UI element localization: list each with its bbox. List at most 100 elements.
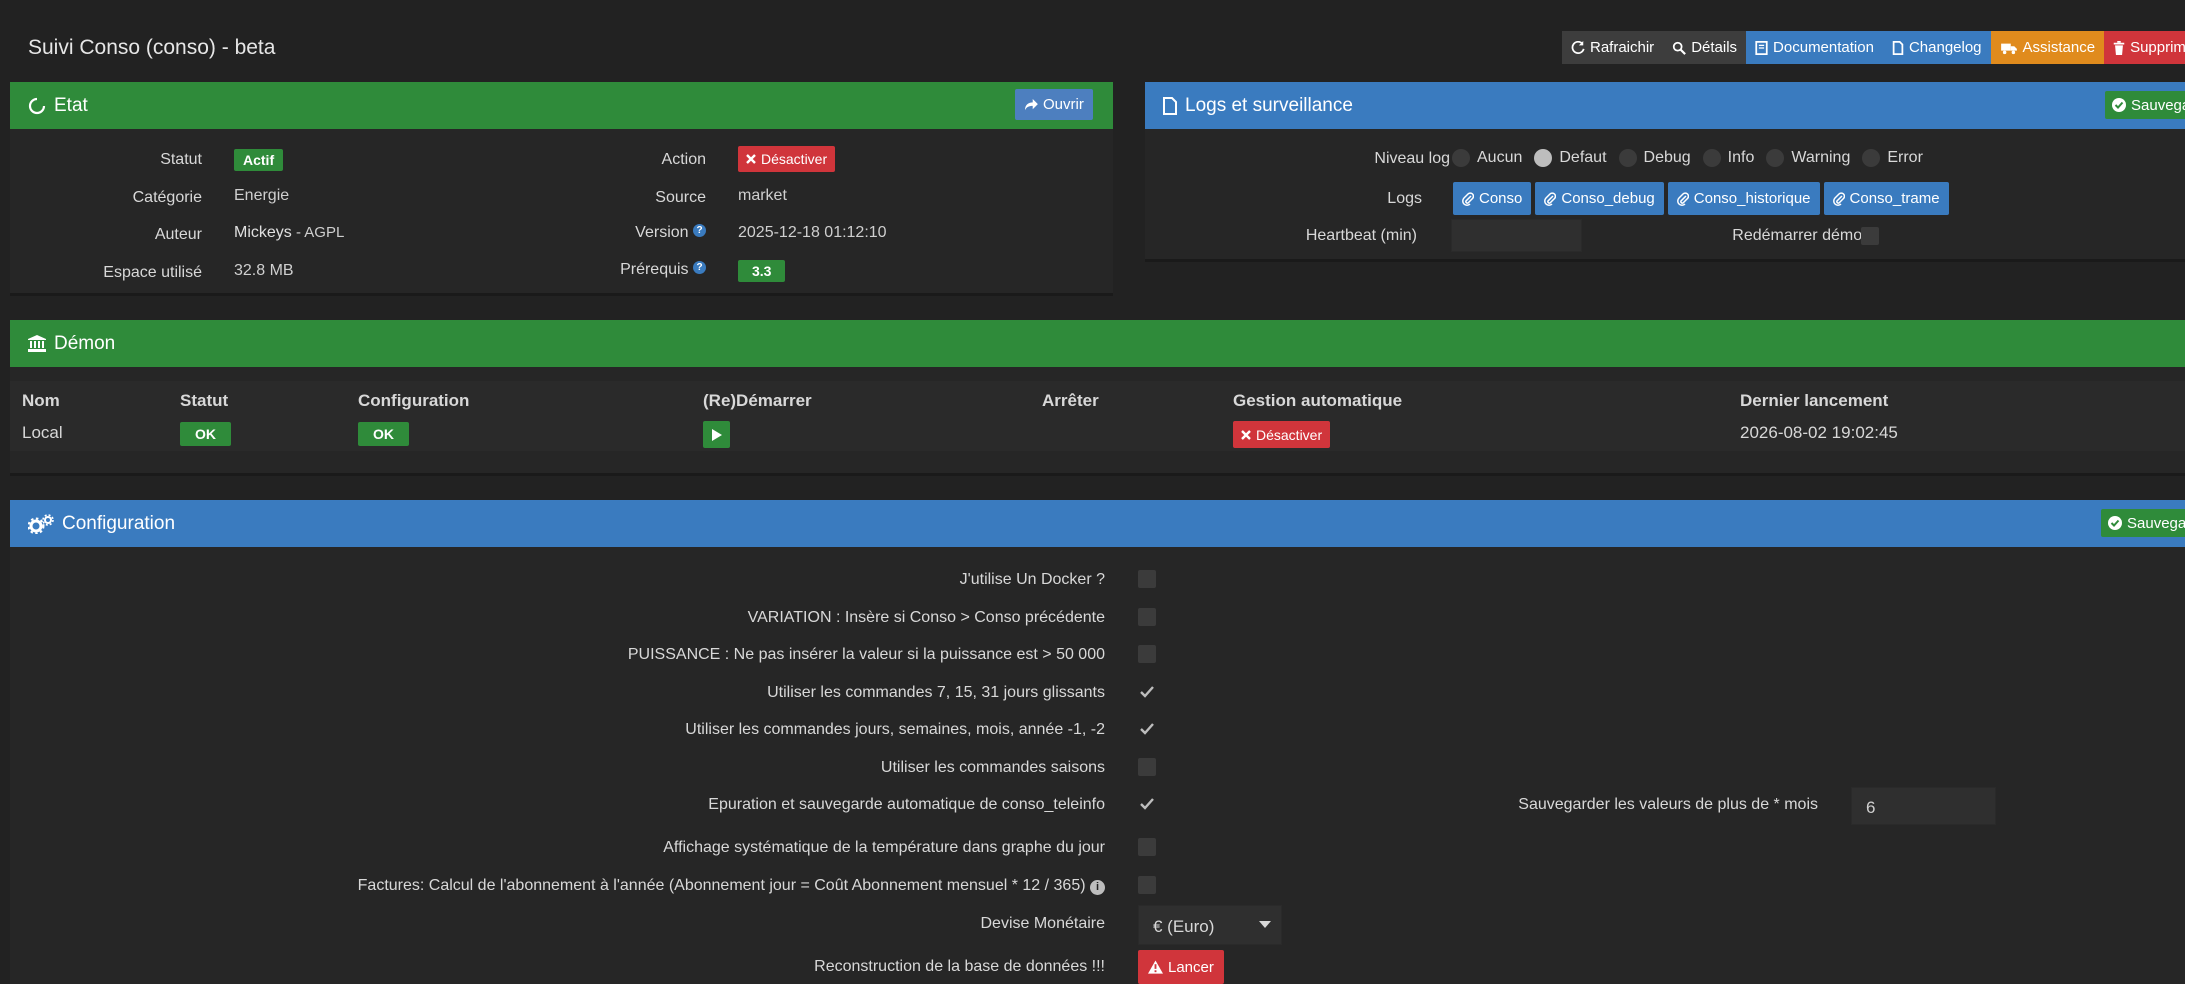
file-icon — [1163, 96, 1177, 115]
auteur-name[interactable]: Mickeys — [234, 224, 292, 241]
level-error[interactable]: Error — [1862, 149, 1923, 167]
option-epuration-checkbox[interactable] — [1138, 795, 1156, 813]
bank-icon — [28, 335, 46, 352]
cogs-icon — [28, 513, 54, 534]
assistance-label: Assistance — [2022, 39, 2096, 56]
option-docker-label: J'utilise Un Docker ? — [959, 571, 1105, 588]
config-save-button[interactable]: Sauvega — [2101, 509, 2185, 537]
demon-row-nom: Local — [22, 423, 63, 442]
open-button[interactable]: Ouvrir — [1015, 89, 1093, 120]
auteur-value: Mickeys - AGPL — [234, 224, 344, 242]
logs-header: Logs et surveillance — [1145, 82, 2185, 129]
start-demon-button[interactable] — [703, 421, 730, 448]
level-aucun[interactable]: Aucun — [1452, 149, 1522, 167]
level-debug-label: Debug — [1643, 149, 1691, 166]
open-label: Ouvrir — [1043, 96, 1084, 113]
radio-warning[interactable] — [1766, 149, 1785, 167]
deactivate-button[interactable]: Désactiver — [738, 146, 836, 172]
etat-header: Etat — [10, 82, 1113, 129]
level-info[interactable]: Info — [1702, 149, 1755, 167]
option-puissance-label: PUISSANCE : Ne pas insérer la valeur si … — [627, 646, 1105, 663]
search-icon — [1673, 41, 1687, 55]
delete-button[interactable]: Supprim — [2104, 31, 2185, 64]
prerequis-label-text: Prérequis — [620, 261, 689, 278]
log-button-conso-label: Conso — [1479, 190, 1523, 207]
demon-row-dernier: 2026-08-02 19:02:45 — [1740, 423, 1898, 442]
header-dernier: Dernier lancement — [1740, 391, 1889, 410]
rebuild-button[interactable]: Lancer — [1138, 950, 1224, 984]
action-label: Action — [661, 151, 706, 168]
restart-demon-checkbox[interactable] — [1861, 227, 1879, 245]
option-glissants-label: Utiliser les commandes 7, 15, 31 jours g… — [767, 684, 1105, 701]
info-icon[interactable]: i — [1090, 880, 1105, 895]
auteur-license: - AGPL — [291, 224, 345, 241]
categorie-value: Energie — [234, 187, 290, 204]
level-info-label: Info — [1727, 149, 1755, 166]
option-docker-checkbox[interactable] — [1138, 570, 1156, 588]
changelog-label: Changelog — [1908, 39, 1982, 56]
devise-label: Devise Monétaire — [980, 915, 1106, 932]
book-icon — [1755, 40, 1768, 55]
log-button-conso-trame[interactable]: Conso_trame — [1823, 182, 1949, 215]
statut-badge: Actif — [234, 149, 284, 171]
configuration-header: Configuration — [10, 500, 2185, 547]
log-button-conso-historique[interactable]: Conso_historique — [1667, 182, 1820, 215]
option-glissants-checkbox[interactable] — [1138, 683, 1156, 701]
radio-aucun[interactable] — [1452, 149, 1470, 167]
devise-select[interactable]: € (Euro) — [1138, 905, 1282, 945]
changelog-button[interactable]: Changelog — [1882, 31, 1991, 64]
share-icon — [1025, 98, 1038, 110]
option-temperature-checkbox[interactable] — [1138, 838, 1156, 856]
radio-error[interactable] — [1862, 149, 1881, 167]
circle-notch-icon — [28, 97, 46, 114]
radio-debug[interactable] — [1618, 149, 1637, 167]
rebuild-label: Reconstruction de la base de données !!! — [814, 958, 1105, 975]
demon-config-badge: OK — [358, 422, 409, 446]
level-defaut[interactable]: Defaut — [1534, 149, 1607, 167]
documentation-button[interactable]: Documentation — [1746, 31, 1883, 64]
top-actions: Rafraichir Détails Documentation Changel… — [1562, 31, 2185, 64]
option-periodes-checkbox[interactable] — [1138, 720, 1156, 738]
times-icon — [1241, 429, 1251, 440]
question-icon[interactable]: ? — [693, 261, 706, 274]
heartbeat-input[interactable] — [1451, 219, 1582, 252]
demon-table: Nom Statut Configuration (Re)Démarrer Ar… — [10, 381, 2185, 451]
etat-title: Etat — [54, 94, 88, 116]
refresh-button[interactable]: Rafraichir — [1562, 31, 1664, 64]
option-factures-checkbox[interactable] — [1138, 876, 1156, 894]
header-statut: Statut — [180, 391, 229, 410]
option-puissance-checkbox[interactable] — [1138, 645, 1156, 663]
level-warning[interactable]: Warning — [1766, 149, 1850, 167]
log-button-conso[interactable]: Conso — [1453, 182, 1532, 215]
radio-defaut[interactable] — [1534, 149, 1553, 167]
source-value: market — [738, 187, 787, 204]
config-save-label: Sauvega — [2127, 514, 2185, 532]
assistance-button[interactable]: Assistance — [1990, 31, 2105, 64]
gestion-deactivate-button[interactable]: Désactiver — [1233, 421, 1331, 448]
auteur-label: Auteur — [154, 226, 202, 243]
demon-statut-badge: OK — [180, 422, 231, 446]
option-factures-label: Factures: Calcul de l'abonnement à l'ann… — [5, 877, 1105, 895]
header-redemarrer: (Re)Démarrer — [703, 391, 812, 410]
radio-info[interactable] — [1702, 149, 1721, 167]
question-icon[interactable]: ? — [693, 224, 706, 237]
prerequis-badge: 3.3 — [738, 260, 786, 282]
truck-icon — [2000, 43, 2017, 54]
configuration-title: Configuration — [62, 512, 176, 534]
statut-label: Statut — [160, 151, 202, 168]
option-periodes-label: Utiliser les commandes jours, semaines, … — [685, 721, 1105, 738]
level-debug[interactable]: Debug — [1618, 149, 1691, 167]
log-button-conso-debug[interactable]: Conso_debug — [1535, 182, 1664, 215]
demon-header: Démon — [10, 320, 2185, 367]
save-values-input[interactable]: 6 — [1851, 787, 1996, 825]
save-values-value: 6 — [1866, 798, 1876, 817]
details-button[interactable]: Détails — [1663, 31, 1747, 64]
option-factures-text: Factures: Calcul de l'abonnement à l'ann… — [357, 877, 1086, 894]
option-variation-checkbox[interactable] — [1138, 608, 1156, 626]
header-configuration: Configuration — [358, 391, 470, 410]
play-icon — [712, 428, 722, 441]
logs-save-button[interactable]: Sauvega — [2105, 91, 2185, 119]
option-saisons-checkbox[interactable] — [1138, 758, 1156, 776]
header-nom: Nom — [22, 391, 60, 410]
log-button-conso-debug-label: Conso_debug — [1561, 190, 1655, 207]
